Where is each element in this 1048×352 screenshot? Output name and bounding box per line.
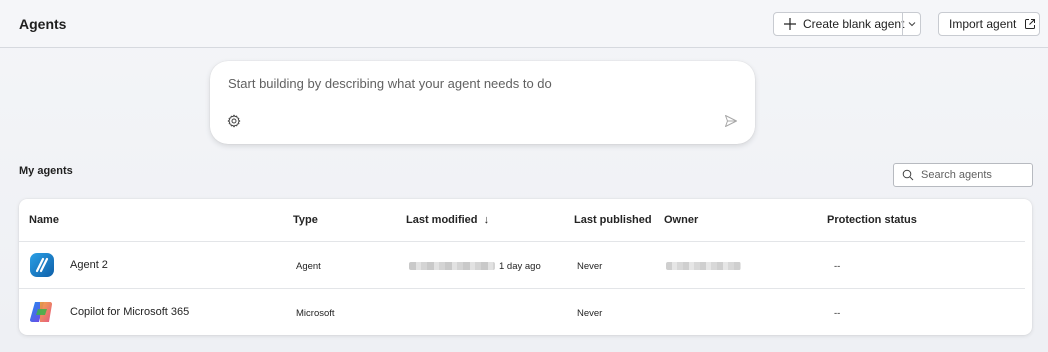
external-link-icon (1025, 19, 1036, 29)
agents-table: Name Type Last modified ↓ Last published… (19, 199, 1032, 335)
gear-icon[interactable] (227, 114, 241, 128)
agent-name[interactable]: Copilot for Microsoft 365 (70, 306, 189, 318)
import-agent-button[interactable]: Import agent (938, 12, 1040, 36)
column-header-protection-status[interactable]: Protection status (827, 214, 917, 226)
column-header-owner[interactable]: Owner (664, 214, 698, 226)
column-header-last-modified[interactable]: Last modified ↓ (406, 214, 489, 226)
agent-name[interactable]: Agent 2 (70, 259, 108, 271)
last-modified-label: Last modified (406, 214, 478, 226)
plus-icon (784, 18, 796, 30)
last-published-value: Never (577, 261, 603, 272)
column-header-type[interactable]: Type (293, 214, 318, 226)
search-icon (902, 169, 914, 181)
protection-status-value: -- (834, 308, 841, 319)
sort-descending-icon: ↓ (483, 214, 490, 226)
import-agent-label: Import agent (949, 17, 1017, 31)
column-header-last-published[interactable]: Last published (574, 214, 652, 226)
protection-status-value: -- (834, 261, 841, 272)
last-modified-value: 1 day ago (499, 261, 541, 272)
agent-type: Agent (296, 261, 321, 272)
last-published-value: Never (577, 308, 603, 319)
search-box[interactable] (893, 163, 1033, 187)
my-agents-heading: My agents (19, 165, 73, 177)
chevron-down-icon[interactable] (907, 19, 917, 29)
create-blank-agent-label: Create blank agent (803, 17, 905, 31)
button-divider (902, 13, 903, 35)
send-icon[interactable] (724, 114, 738, 128)
column-header-name[interactable]: Name (29, 214, 59, 226)
agent-type: Microsoft (296, 308, 335, 319)
prompt-placeholder[interactable]: Start building by describing what your a… (228, 76, 552, 91)
table-row[interactable]: Agent 2 Agent 1 day ago Never -- (19, 241, 1025, 289)
search-input[interactable] (919, 168, 1028, 182)
agent-2-icon (30, 253, 54, 277)
copilot-icon (29, 301, 53, 323)
page-title: Agents (19, 16, 67, 32)
top-bar: Agents Create blank agent Import agent (0, 0, 1048, 48)
agent-description-prompt[interactable]: Start building by describing what your a… (210, 61, 755, 144)
table-row[interactable]: Copilot for Microsoft 365 Microsoft Neve… (19, 288, 1025, 336)
redacted-owner (666, 262, 741, 270)
redacted-date (409, 262, 495, 270)
create-blank-agent-button[interactable]: Create blank agent (773, 12, 921, 36)
